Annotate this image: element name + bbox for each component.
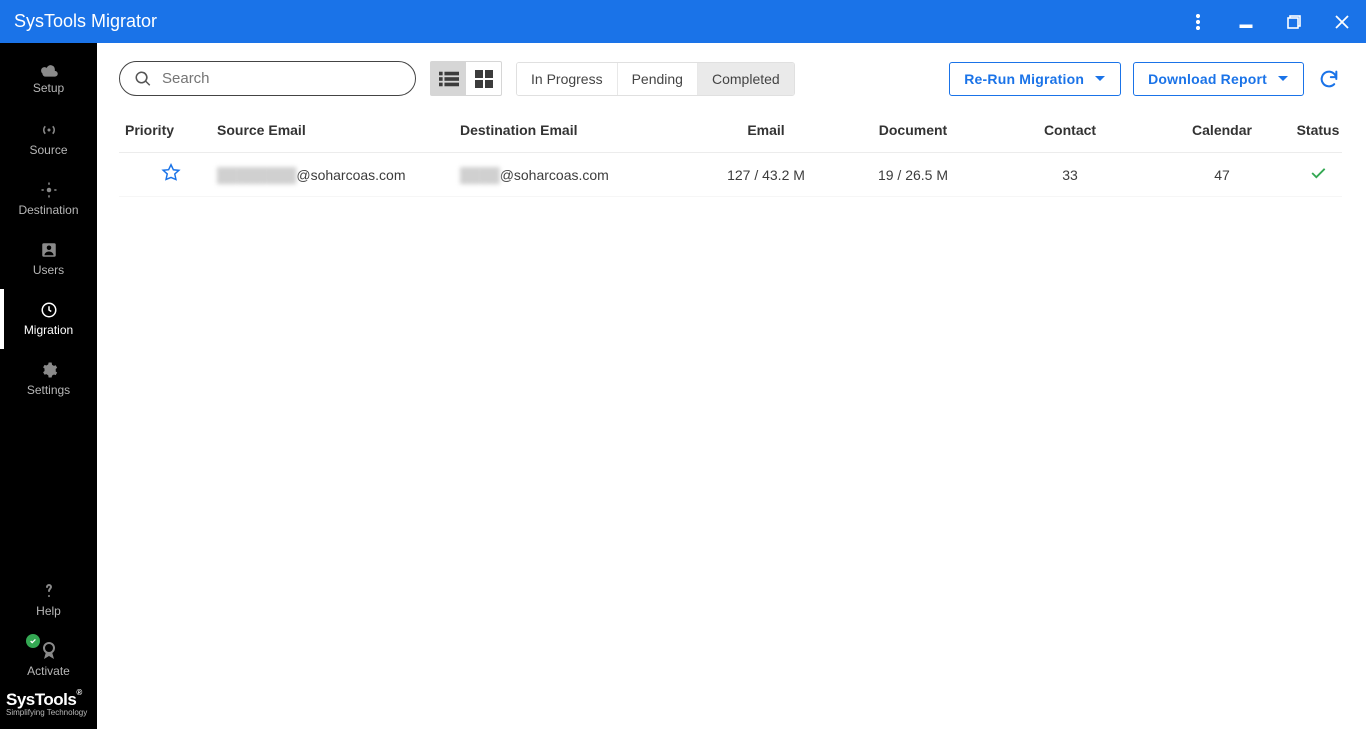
status-cell [1294,163,1342,186]
sidebar-item-label: Source [29,143,67,157]
sidebar-item-settings[interactable]: Settings [0,349,97,409]
view-toggle [430,61,502,96]
source-domain: @soharcoas.com [296,167,405,183]
grid-icon [475,70,493,88]
redacted-text: ████████ [217,167,296,183]
col-source-email: Source Email [217,122,460,138]
award-icon [41,642,57,660]
status-tabs: In Progress Pending Completed [516,62,795,96]
target-icon [40,181,58,199]
sidebar-item-label: Help [36,604,61,618]
sidebar: Setup Source Destination Users Migration… [0,43,97,729]
user-icon [40,241,58,259]
sidebar-item-label: Setup [33,81,64,95]
sidebar-item-help[interactable]: Help [0,570,97,630]
col-destination-email: Destination Email [460,122,696,138]
calendar-count-cell: 47 [1150,167,1294,183]
redacted-text: ████ [460,167,500,183]
refresh-icon [1318,68,1340,90]
source-email-cell: ████████@soharcoas.com [217,167,460,183]
grid-view-button[interactable] [466,62,501,95]
sidebar-item-label: Activate [27,664,70,678]
sidebar-item-migration[interactable]: Migration [0,289,97,349]
clock-icon [40,301,58,319]
col-contact: Contact [990,122,1150,138]
list-icon [439,71,459,87]
maximize-icon[interactable] [1270,0,1318,43]
tab-in-progress[interactable]: In Progress [517,63,617,95]
tab-completed[interactable]: Completed [697,63,794,95]
dest-domain: @soharcoas.com [500,167,609,183]
sidebar-item-users[interactable]: Users [0,229,97,289]
cloud-icon [39,63,59,77]
refresh-button[interactable] [1316,66,1342,92]
chevron-down-icon [1094,73,1106,85]
question-icon [42,582,56,600]
brand-name: SysTools [6,690,76,709]
check-icon [1308,170,1328,186]
col-document: Document [836,122,990,138]
search-icon [134,70,152,88]
rerun-label: Re-Run Migration [964,71,1084,87]
close-icon[interactable] [1318,0,1366,43]
email-count-cell: 127 / 43.2 M [696,167,836,183]
list-view-button[interactable] [431,62,466,95]
chevron-down-icon [1277,73,1289,85]
search-input-wrap[interactable] [119,61,416,96]
sidebar-item-label: Users [33,263,64,277]
sidebar-item-label: Migration [24,323,73,337]
download-label: Download Report [1148,71,1267,87]
contact-count-cell: 33 [990,167,1150,183]
gear-icon [40,361,58,379]
app-title: SysTools Migrator [14,11,157,32]
search-input[interactable] [162,70,401,87]
sidebar-item-destination[interactable]: Destination [0,169,97,229]
main-content: In Progress Pending Completed Re-Run Mig… [97,43,1366,729]
document-count-cell: 19 / 26.5 M [836,167,990,183]
col-priority: Priority [119,122,217,138]
download-report-button[interactable]: Download Report [1133,62,1304,96]
window-controls [1174,0,1366,43]
sidebar-item-source[interactable]: Source [0,109,97,169]
sidebar-item-label: Settings [27,383,70,397]
check-badge-icon [26,634,40,648]
dest-email-cell: ████@soharcoas.com [460,167,696,183]
col-calendar: Calendar [1150,122,1294,138]
sidebar-item-activate[interactable]: Activate [0,630,97,690]
sidebar-item-label: Destination [18,203,78,217]
table-header: Priority Source Email Destination Email … [119,122,1342,153]
col-status: Status [1294,122,1342,138]
sidebar-item-setup[interactable]: Setup [0,49,97,109]
table-row[interactable]: ████████@soharcoas.com ████@soharcoas.co… [119,153,1342,197]
col-email: Email [696,122,836,138]
title-bar: SysTools Migrator [0,0,1366,43]
more-icon[interactable] [1174,0,1222,43]
broadcast-icon [40,121,58,139]
minimize-icon[interactable] [1222,0,1270,43]
star-icon[interactable] [160,162,182,187]
brand-logo: SysTools® Simplifying Technology [0,690,97,729]
rerun-migration-button[interactable]: Re-Run Migration [949,62,1121,96]
tab-pending[interactable]: Pending [617,63,697,95]
toolbar: In Progress Pending Completed Re-Run Mig… [119,61,1342,96]
